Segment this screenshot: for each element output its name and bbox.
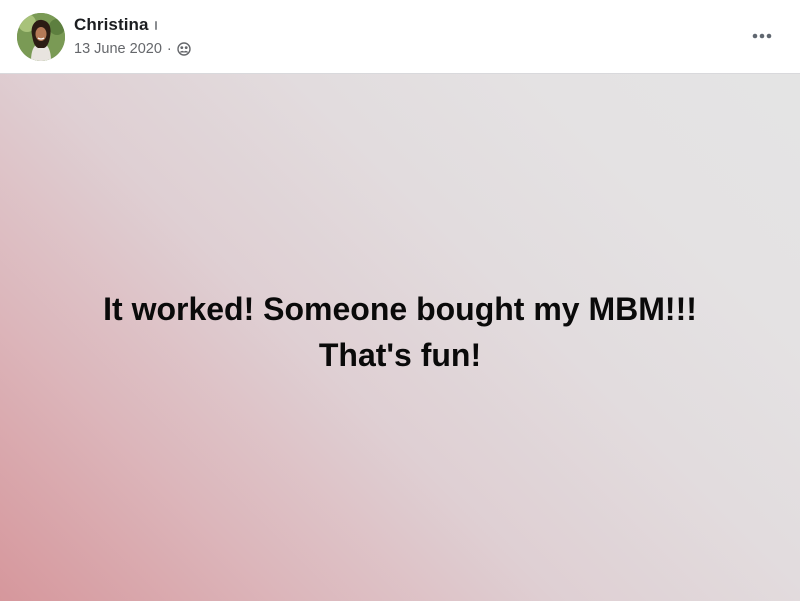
friends-icon[interactable]: [177, 42, 191, 56]
post-background[interactable]: It worked! Someone bought my MBM!!! That…: [0, 74, 800, 601]
name-indicator: [155, 21, 157, 30]
post-body-text: It worked! Someone bought my MBM!!! That…: [40, 286, 760, 378]
post-card: Christina 13 June 2020 · It worked! Some…: [0, 0, 800, 601]
author-avatar[interactable]: [17, 13, 65, 61]
more-options-icon: [752, 33, 772, 39]
post-text-line-1: It worked! Someone bought my MBM!!!: [103, 290, 697, 327]
more-options-button[interactable]: [744, 22, 780, 50]
post-date[interactable]: 13 June 2020: [74, 41, 162, 57]
post-meta: 13 June 2020 ·: [74, 40, 191, 58]
author-name[interactable]: Christina: [74, 15, 149, 35]
post-header: Christina 13 June 2020 ·: [0, 0, 800, 74]
post-text-line-2: That's fun!: [318, 336, 482, 373]
avatar-photo-icon: [17, 13, 65, 61]
meta-separator: ·: [166, 41, 172, 57]
